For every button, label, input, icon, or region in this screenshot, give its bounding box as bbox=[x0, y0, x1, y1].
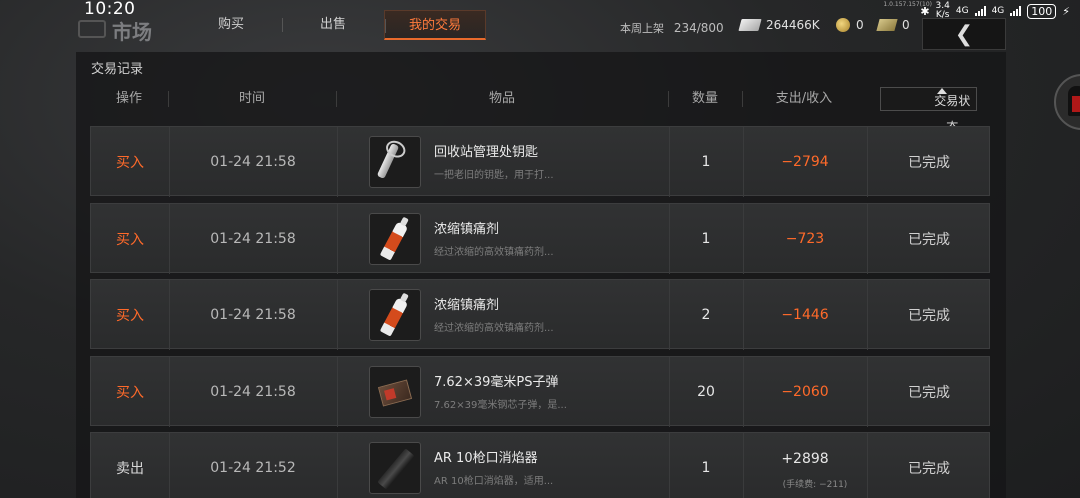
back-button[interactable]: ❮ bbox=[922, 18, 1006, 50]
chevron-left-icon: ❮ bbox=[954, 21, 974, 47]
trade-row[interactable]: 买入 01-24 21:58 7.62×39毫米PS子弹 7.62×39毫米钢芯… bbox=[90, 356, 990, 427]
trade-amount: −723 bbox=[785, 231, 825, 247]
col-amount: 支出/收入 bbox=[775, 91, 833, 106]
item-description: AR 10枪口消焰器，适用... bbox=[434, 476, 554, 487]
cash-icon bbox=[738, 19, 762, 31]
cash-value: 264466K bbox=[766, 18, 820, 32]
weekly-value: 234/800 bbox=[673, 21, 724, 35]
trade-status: 已完成 bbox=[908, 385, 950, 401]
key-icon bbox=[376, 142, 400, 180]
trade-amount: −2060 bbox=[781, 384, 829, 400]
item-thumbnail bbox=[369, 289, 421, 341]
item-description: 一把老旧的钥匙，用于打... bbox=[434, 170, 554, 181]
item-thumbnail bbox=[369, 136, 421, 188]
trade-quantity: 1 bbox=[701, 460, 711, 476]
trade-quantity: 1 bbox=[701, 154, 711, 170]
item-description: 经过浓缩的高效镇痛药剂... bbox=[434, 323, 554, 334]
trade-status: 已完成 bbox=[908, 232, 950, 248]
item-thumbnail bbox=[369, 366, 421, 418]
trade-status: 已完成 bbox=[908, 461, 950, 477]
col-time: 时间 bbox=[238, 91, 265, 106]
painkiller-spray-icon bbox=[379, 297, 409, 337]
currency-voucher: 0 bbox=[876, 18, 910, 32]
trade-action: 买入 bbox=[116, 155, 144, 171]
trade-row[interactable]: 买入 01-24 21:58 浓缩镇痛剂 经过浓缩的高效镇痛药剂... 2 −1… bbox=[90, 279, 990, 350]
tab-sell[interactable]: 出售 bbox=[282, 10, 384, 40]
item-thumbnail bbox=[369, 442, 421, 494]
tab-buy[interactable]: 购买 bbox=[180, 10, 282, 40]
item-description: 7.62×39毫米钢芯子弹，是... bbox=[434, 400, 567, 411]
trade-status: 已完成 bbox=[908, 155, 950, 171]
trade-action: 卖出 bbox=[116, 461, 144, 477]
currency-gold: 0 bbox=[836, 18, 864, 32]
weekly-listing-counter: 本周上架 234/800 bbox=[620, 20, 724, 36]
item-name: 回收站管理处钥匙 bbox=[434, 145, 539, 160]
market-logo-icon bbox=[78, 20, 106, 38]
trade-action: 买入 bbox=[116, 308, 144, 324]
trade-action: 买入 bbox=[116, 385, 144, 401]
trade-row[interactable]: 买入 01-24 21:58 回收站管理处钥匙 一把老旧的钥匙，用于打... 1… bbox=[90, 126, 990, 197]
trade-time: 01-24 21:58 bbox=[210, 231, 296, 247]
gold-coin-icon bbox=[836, 18, 850, 32]
trade-records-panel: 交易记录 操作 时间 物品 数量 支出/收入 交易状态 买入 01-24 21:… bbox=[76, 52, 1006, 498]
sort-up-icon bbox=[936, 88, 947, 94]
item-name: 浓缩镇痛剂 bbox=[434, 222, 500, 237]
gold-value: 0 bbox=[856, 18, 864, 32]
panel-title: 交易记录 bbox=[91, 62, 144, 77]
trade-time: 01-24 21:58 bbox=[210, 154, 296, 170]
item-name: 7.62×39毫米PS子弹 bbox=[434, 375, 559, 390]
trade-status: 已完成 bbox=[908, 308, 950, 324]
trade-quantity: 1 bbox=[701, 231, 711, 247]
voucher-icon bbox=[876, 19, 898, 31]
market-tabs: 购买 出售 我的交易 bbox=[180, 10, 486, 40]
item-name: AR 10枪口消焰器 bbox=[434, 451, 538, 466]
col-quantity: 数量 bbox=[691, 91, 718, 106]
trade-action: 买入 bbox=[116, 232, 144, 248]
trade-row[interactable]: 卖出 01-24 21:52 AR 10枪口消焰器 AR 10枪口消焰器，适用.… bbox=[90, 432, 990, 498]
trade-fee: (手续费: −211) bbox=[782, 480, 848, 490]
table-header: 操作 时间 物品 数量 支出/收入 交易状态 bbox=[90, 86, 994, 134]
side-avatar-button[interactable] bbox=[1054, 74, 1080, 130]
trade-time: 01-24 21:52 bbox=[210, 460, 296, 476]
col-action: 操作 bbox=[115, 91, 142, 106]
currency-cash: 264466K bbox=[738, 18, 820, 32]
trade-quantity: 20 bbox=[697, 384, 715, 400]
voucher-value: 0 bbox=[902, 18, 910, 32]
page-title: 市场 bbox=[112, 20, 152, 44]
trade-row[interactable]: 买入 01-24 21:58 浓缩镇痛剂 经过浓缩的高效镇痛药剂... 1 −7… bbox=[90, 203, 990, 274]
trade-amount: −2794 bbox=[781, 154, 829, 170]
tab-my-trades[interactable]: 我的交易 bbox=[384, 10, 486, 40]
trade-amount: −1446 bbox=[781, 307, 829, 323]
item-description: 经过浓缩的高效镇痛药剂... bbox=[434, 247, 554, 258]
trade-time: 01-24 21:58 bbox=[210, 384, 296, 400]
trade-time: 01-24 21:58 bbox=[210, 307, 296, 323]
trade-quantity: 2 bbox=[701, 307, 711, 323]
col-item: 物品 bbox=[488, 91, 515, 106]
painkiller-spray-icon bbox=[379, 221, 409, 261]
flash-hider-icon bbox=[377, 448, 415, 490]
item-thumbnail bbox=[369, 213, 421, 265]
ammo-box-icon bbox=[377, 379, 413, 407]
status-sort-button[interactable]: 交易状态 bbox=[880, 87, 977, 134]
weekly-label: 本周上架 bbox=[620, 22, 664, 35]
market-header: 市场 购买 出售 我的交易 本周上架 234/800 264466K 0 0 ❮ bbox=[0, 8, 1080, 50]
item-name: 浓缩镇痛剂 bbox=[434, 298, 500, 313]
